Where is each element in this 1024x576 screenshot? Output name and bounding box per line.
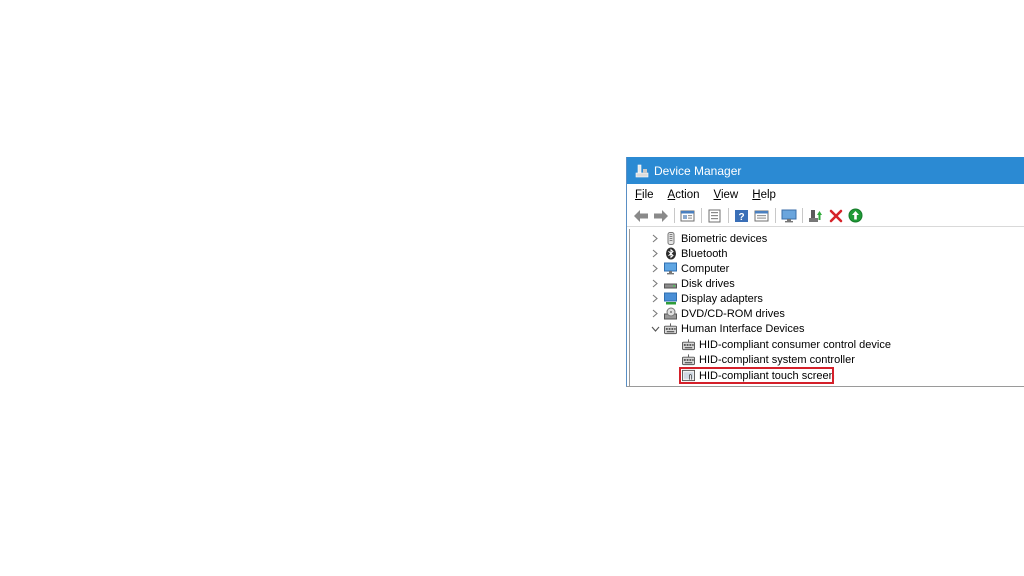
device-tree: Biometric devices Bluetooth Computer Dis… bbox=[629, 229, 1024, 386]
hid-device-icon bbox=[682, 353, 695, 366]
disk-drive-icon bbox=[664, 277, 677, 290]
properties-view-icon[interactable] bbox=[679, 207, 696, 224]
tree-item-disk-drives[interactable]: Disk drives bbox=[650, 276, 735, 291]
hid-icon bbox=[664, 322, 677, 335]
chevron-right-icon[interactable] bbox=[650, 276, 660, 291]
tree-item-label: Computer bbox=[681, 262, 730, 275]
device-manager-icon bbox=[635, 164, 649, 178]
tree-item-label: Display adapters bbox=[681, 292, 763, 305]
toolbar-separator bbox=[701, 208, 702, 223]
chevron-down-icon[interactable] bbox=[650, 321, 660, 336]
toolbar-separator bbox=[728, 208, 729, 223]
display-adapter-icon bbox=[664, 292, 677, 305]
tree-item-label: HID-compliant system controller bbox=[699, 353, 855, 366]
chevron-right-icon[interactable] bbox=[650, 306, 660, 321]
enable-device-icon[interactable] bbox=[847, 207, 864, 224]
tree-item-computer[interactable]: Computer bbox=[650, 261, 729, 276]
device-view-icon[interactable] bbox=[753, 207, 770, 224]
chevron-right-icon[interactable] bbox=[650, 291, 660, 306]
tree-item-label: HID-compliant consumer control device bbox=[699, 338, 891, 351]
hid-device-icon bbox=[682, 338, 695, 351]
tree-item-label: Disk drives bbox=[681, 277, 735, 290]
tree-item-label: Bluetooth bbox=[681, 247, 728, 260]
menu-view[interactable]: View bbox=[714, 189, 739, 201]
tree-item-human-interface-devices[interactable]: Human Interface Devices bbox=[650, 321, 805, 336]
menu-help[interactable]: Help bbox=[752, 189, 776, 201]
dvd-drive-icon bbox=[664, 307, 677, 320]
toolbar-separator bbox=[802, 208, 803, 223]
tree-item-bluetooth[interactable]: Bluetooth bbox=[650, 246, 727, 261]
biometric-icon bbox=[664, 232, 677, 245]
tree-item-display-adapters[interactable]: Display adapters bbox=[650, 291, 763, 306]
forward-arrow-icon[interactable] bbox=[652, 207, 669, 224]
help-icon[interactable]: ? bbox=[733, 207, 750, 224]
toolbar-separator bbox=[674, 208, 675, 223]
title-bar[interactable]: Device Manager bbox=[627, 157, 1024, 184]
monitor-scan-icon[interactable] bbox=[780, 207, 797, 224]
menu-file[interactable]: File bbox=[635, 189, 654, 201]
device-manager-window: Device Manager File Action View Help ? B… bbox=[626, 157, 1024, 387]
tree-item-biometric-devices[interactable]: Biometric devices bbox=[650, 231, 767, 246]
chevron-right-icon[interactable] bbox=[650, 261, 660, 276]
toolbar: ? bbox=[627, 205, 1024, 227]
menu-bar: File Action View Help bbox=[627, 185, 1024, 205]
window-title: Device Manager bbox=[654, 163, 742, 178]
svg-text:?: ? bbox=[738, 212, 744, 223]
tree-item-dvd-cd-rom-drives[interactable]: DVD/CD-ROM drives bbox=[650, 306, 785, 321]
update-driver-icon[interactable] bbox=[807, 207, 824, 224]
chevron-right-icon[interactable] bbox=[650, 246, 660, 261]
chevron-right-icon[interactable] bbox=[650, 231, 660, 246]
computer-icon bbox=[664, 262, 677, 275]
tree-item-label: Biometric devices bbox=[681, 232, 768, 245]
menu-action[interactable]: Action bbox=[668, 189, 700, 201]
touch-screen-highlight-box bbox=[679, 367, 834, 384]
tree-item-hid-system-controller[interactable]: HID-compliant system controller bbox=[682, 352, 855, 367]
bluetooth-icon bbox=[664, 247, 677, 260]
update-list-icon[interactable] bbox=[706, 207, 723, 224]
tree-item-label: DVD/CD-ROM drives bbox=[681, 307, 785, 320]
tree-item-hid-consumer-control-device[interactable]: HID-compliant consumer control device bbox=[682, 337, 891, 352]
back-arrow-icon[interactable] bbox=[632, 207, 649, 224]
toolbar-separator bbox=[775, 208, 776, 223]
uninstall-x-icon[interactable] bbox=[827, 207, 844, 224]
tree-item-label: Human Interface Devices bbox=[681, 322, 805, 335]
